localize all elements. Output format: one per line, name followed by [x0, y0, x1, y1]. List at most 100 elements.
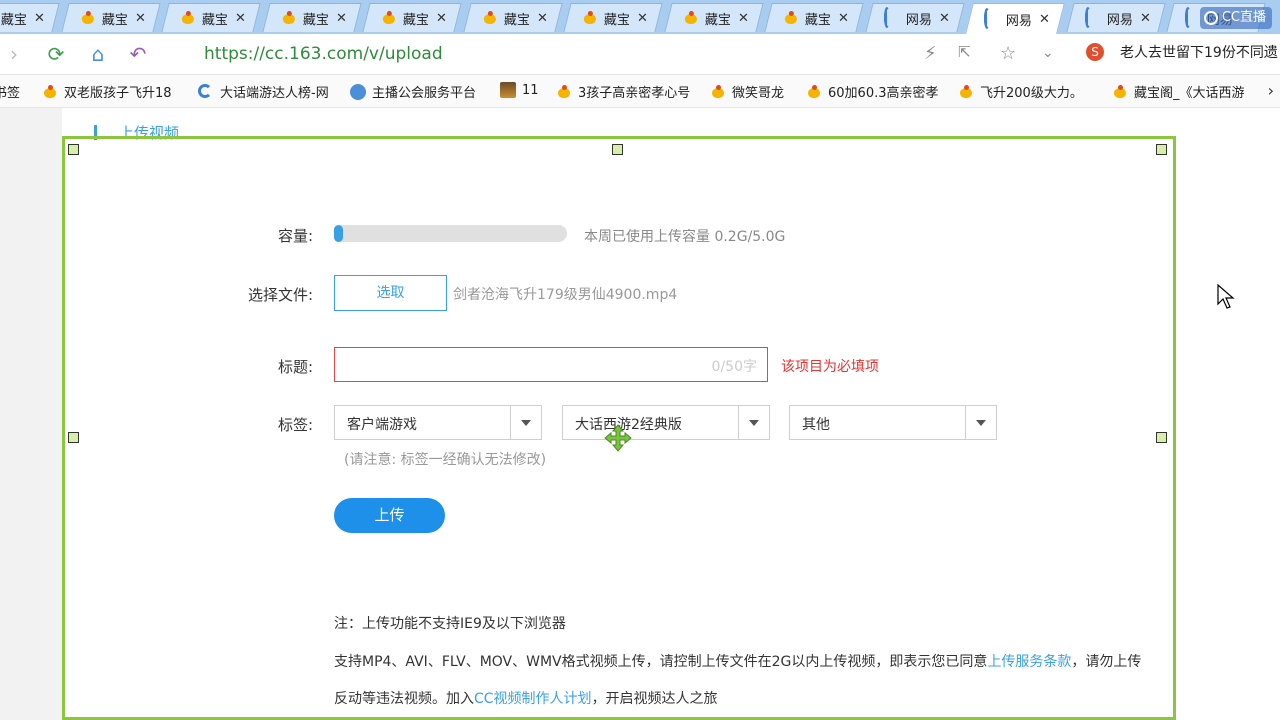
- chick-icon: [556, 84, 572, 100]
- close-icon[interactable]: ✕: [134, 11, 145, 26]
- bookmark-label: 书签: [0, 86, 21, 101]
- bookmark-item[interactable]: 3孩子高亲密孝心号: [556, 82, 690, 101]
- bookmark-item[interactable]: 双老版孩子飞升18: [42, 82, 172, 101]
- cc-icon: [1084, 7, 1100, 28]
- game-icon: [500, 82, 516, 98]
- resize-handle-top[interactable]: [612, 144, 623, 155]
- browser-tab[interactable]: 藏宝 ✕: [161, 3, 261, 32]
- browser-tab[interactable]: 藏宝 ✕: [764, 3, 864, 32]
- address-toolbar: › ⟳ ⌂ ↶ https://cc.163.com/v/upload ⚡ ⇱ …: [0, 34, 1280, 75]
- resize-handle-left[interactable]: [68, 432, 79, 443]
- star-icon[interactable]: ☆: [1000, 43, 1016, 64]
- chick-icon: [958, 84, 974, 100]
- close-icon[interactable]: ✕: [536, 11, 547, 26]
- chick-icon: [710, 84, 726, 100]
- tab-label: 网易: [1106, 12, 1133, 28]
- bookmark-label: 11: [522, 82, 539, 98]
- tab-label: 藏宝: [101, 12, 128, 28]
- refresh-icon[interactable]: ⟳: [44, 42, 68, 66]
- close-icon[interactable]: ✕: [637, 11, 648, 26]
- home-icon[interactable]: ⌂: [86, 42, 110, 66]
- tab-label: 网易: [1005, 13, 1032, 29]
- close-icon[interactable]: ✕: [436, 11, 447, 26]
- browser-tab[interactable]: 藏宝 ✕: [462, 3, 563, 32]
- tab-label: 藏宝: [804, 12, 831, 28]
- bookmark-item[interactable]: 大话端游达人榜-网: [198, 82, 329, 101]
- browser-tab[interactable]: 藏宝 ✕: [563, 3, 663, 32]
- bookmark-label: 藏宝阁_《大话西游: [1134, 86, 1245, 101]
- cc-icon: [198, 83, 214, 100]
- cc-badge-label: CC直播: [1221, 10, 1266, 25]
- undo-icon[interactable]: ↶: [126, 42, 150, 66]
- bookmark-item[interactable]: 11: [500, 82, 539, 98]
- browser-tab[interactable]: 网易 ✕: [965, 3, 1065, 34]
- tab-label: 藏宝: [302, 12, 329, 28]
- bookmarks-more-icon[interactable]: ›: [1268, 81, 1274, 100]
- browser-tab[interactable]: 藏宝 ✕: [60, 3, 161, 32]
- bookmark-item[interactable]: 主播公会服务平台: [350, 82, 476, 101]
- tab-label: 藏宝: [503, 12, 530, 28]
- close-icon[interactable]: ✕: [1139, 11, 1150, 26]
- chick-icon: [381, 10, 397, 26]
- chick-icon: [682, 10, 698, 26]
- forward-icon[interactable]: ›: [2, 42, 26, 66]
- chick-icon: [280, 10, 296, 26]
- chick-icon: [582, 10, 598, 26]
- chick-icon: [806, 84, 822, 100]
- chick-icon: [79, 10, 95, 26]
- chick-icon: [42, 84, 58, 100]
- url-input[interactable]: https://cc.163.com/v/upload: [204, 44, 443, 64]
- resize-handle-top-right[interactable]: [1156, 144, 1167, 155]
- browser-tab[interactable]: 网易 ✕: [1065, 3, 1166, 32]
- tab-label: 藏宝: [0, 12, 27, 28]
- bookmark-item[interactable]: 飞升200级大力。: [958, 82, 1083, 101]
- lightning-icon[interactable]: ⚡: [924, 43, 937, 64]
- bookmark-label: 微笑哥龙: [732, 86, 785, 101]
- bookmarks-bar: 书签 双老版孩子飞升18 大话端游达人榜-网 主播公会服务平台 11 3孩子高亲密孝心号 微…: [0, 75, 1280, 108]
- tab-label: 网易: [905, 12, 932, 28]
- browser-tab[interactable]: 网易 ✕: [864, 3, 965, 32]
- share-icon[interactable]: ⇱: [958, 43, 971, 61]
- close-icon[interactable]: ✕: [335, 11, 346, 26]
- chick-icon: [481, 10, 497, 26]
- browser-tab[interactable]: 藏宝 ✕: [261, 3, 362, 32]
- sogou-icon: S: [1086, 43, 1104, 61]
- chick-icon: [180, 10, 196, 26]
- move-cursor-icon: [604, 424, 632, 452]
- chevron-down-icon[interactable]: ⌄: [1042, 45, 1054, 61]
- cc-live-badge[interactable]: CC直播: [1199, 7, 1272, 29]
- news-search-box[interactable]: S 老人去世留下19份不同遗: [1086, 42, 1278, 62]
- bookmark-item[interactable]: 微笑哥龙: [710, 82, 784, 101]
- close-icon[interactable]: ✕: [235, 11, 246, 26]
- bookmark-label: 60加60.3高亲密孝: [828, 86, 939, 101]
- browser-tab[interactable]: 藏宝 ✕: [0, 3, 60, 32]
- news-text: 老人去世留下19份不同遗: [1120, 45, 1278, 61]
- browser-tab[interactable]: 藏宝 ✕: [362, 3, 462, 32]
- resize-handle-top-left[interactable]: [68, 144, 79, 155]
- close-icon[interactable]: ✕: [938, 11, 949, 26]
- close-icon[interactable]: ✕: [838, 11, 849, 26]
- mouse-pointer-icon: [1217, 284, 1235, 309]
- bookmark-label: 飞升200级大力。: [980, 86, 1083, 101]
- left-gutter: [0, 108, 62, 720]
- chick-icon: [783, 10, 799, 26]
- chick-icon: [1112, 84, 1128, 100]
- close-icon[interactable]: ✕: [737, 11, 748, 26]
- browser-tab-bar: 藏宝✕藏宝✕藏宝✕藏宝✕藏宝✕藏宝✕藏宝✕藏宝✕藏宝✕网易✕网易✕网易✕网易✕ …: [0, 0, 1280, 34]
- bookmark-label: 主播公会服务平台: [372, 86, 477, 101]
- bookmark-item[interactable]: 藏宝阁_《大话西游: [1112, 82, 1245, 101]
- bookmark-item[interactable]: 60加60.3高亲密孝: [806, 82, 939, 101]
- resize-handle-right[interactable]: [1156, 432, 1167, 443]
- cc-icon: [883, 7, 899, 28]
- bookmark-item[interactable]: 书签: [0, 82, 20, 101]
- cc-logo-icon: [1203, 11, 1218, 25]
- close-icon[interactable]: ✕: [34, 11, 45, 26]
- face-icon: [350, 83, 366, 100]
- bookmark-label: 3孩子高亲密孝心号: [578, 86, 691, 101]
- bookmark-label: 双老版孩子飞升18: [64, 86, 172, 101]
- tab-label: 藏宝: [603, 12, 630, 28]
- browser-tab[interactable]: 藏宝 ✕: [663, 3, 764, 32]
- cc-icon: [983, 8, 1000, 29]
- bookmark-label: 大话端游达人榜-网: [220, 86, 329, 101]
- close-icon[interactable]: ✕: [1039, 12, 1050, 27]
